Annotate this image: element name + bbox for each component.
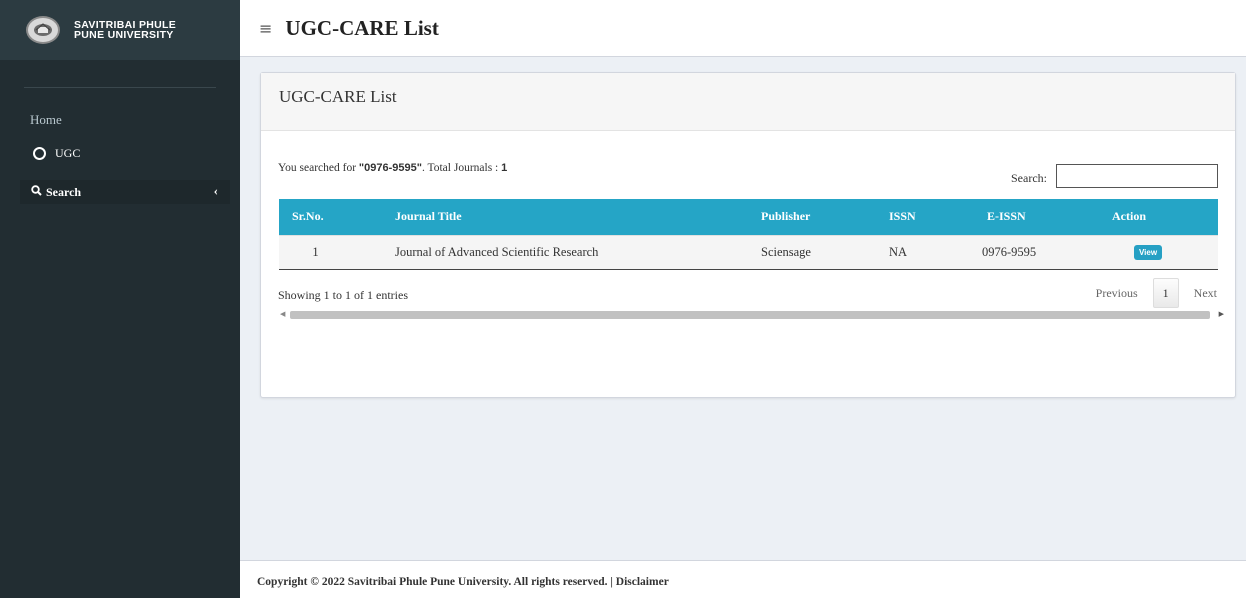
- menu-toggle-icon[interactable]: ≡: [259, 19, 272, 38]
- top-header: ≡ UGC-CARE List: [240, 0, 1246, 57]
- university-logo-icon: [26, 16, 60, 44]
- sidebar-item-ugc-label: UGC: [55, 146, 81, 160]
- scroll-left-icon[interactable]: ◀: [280, 310, 285, 318]
- page-title: UGC-CARE List: [285, 15, 439, 40]
- cell-action: View: [1096, 234, 1218, 270]
- column-header-journal-title[interactable]: Journal Title: [385, 199, 751, 235]
- sidebar-item-search[interactable]: Search ‹: [20, 180, 230, 204]
- summary-query: "0976-9595": [358, 162, 422, 174]
- column-header-eissn[interactable]: E-ISSN: [976, 199, 1096, 235]
- panel-title: UGC-CARE List: [261, 73, 1235, 131]
- ugc-care-list-panel: UGC-CARE List You searched for "0976-959…: [260, 72, 1236, 398]
- cell-publisher: Sciensage: [751, 234, 879, 270]
- column-header-publisher[interactable]: Publisher: [751, 199, 879, 235]
- cell-srno: 1: [279, 234, 385, 270]
- cell-journal-title: Journal of Advanced Scientific Research: [385, 234, 751, 270]
- search-icon: [31, 184, 42, 200]
- sidebar: SAVITRIBAI PHULE PUNE UNIVERSITY Home UG…: [0, 0, 240, 598]
- summary-prefix: You searched for: [278, 162, 359, 174]
- brand[interactable]: SAVITRIBAI PHULE PUNE UNIVERSITY: [0, 0, 240, 60]
- footer: Copyright © 2022 Savitribai Phule Pune U…: [240, 560, 1246, 598]
- search-input[interactable]: [1056, 164, 1218, 188]
- sidebar-item-home[interactable]: Home: [30, 112, 62, 128]
- circle-icon: [33, 147, 46, 160]
- cell-issn: NA: [879, 234, 976, 270]
- column-header-issn[interactable]: ISSN: [879, 199, 976, 235]
- brand-line-2: PUNE UNIVERSITY: [74, 29, 174, 41]
- cell-eissn: 0976-9595: [976, 234, 1096, 270]
- journals-table: Sr.No. Journal Title Publisher ISSN E-IS…: [279, 199, 1218, 270]
- sidebar-item-search-label: Search: [46, 184, 82, 199]
- sidebar-divider: [24, 87, 216, 88]
- page-1-button[interactable]: 1: [1152, 278, 1179, 308]
- summary-total: 1: [501, 162, 508, 174]
- column-header-action[interactable]: Action: [1096, 199, 1218, 235]
- previous-button[interactable]: Previous: [1096, 286, 1138, 301]
- next-button[interactable]: Next: [1194, 286, 1217, 301]
- search-summary: You searched for "0976-9595". Total Jour…: [278, 162, 507, 174]
- table-info: Showing 1 to 1 of 1 entries: [278, 288, 408, 302]
- search-label: Search:: [1011, 171, 1047, 185]
- sidebar-item-ugc[interactable]: UGC: [33, 146, 80, 161]
- column-header-srno[interactable]: Sr.No.: [279, 199, 385, 235]
- pagination: Previous 1 Next: [1096, 278, 1217, 308]
- horizontal-scrollbar[interactable]: ◀ ▶: [278, 310, 1224, 320]
- table-header-row: Sr.No. Journal Title Publisher ISSN E-IS…: [279, 199, 1218, 235]
- scrollbar-thumb[interactable]: [290, 311, 1210, 319]
- summary-middle: . Total Journals :: [421, 162, 502, 174]
- brand-name: SAVITRIBAI PHULE PUNE UNIVERSITY: [74, 20, 176, 41]
- table-row: 1 Journal of Advanced Scientific Researc…: [279, 234, 1218, 270]
- scroll-right-icon[interactable]: ▶: [1219, 310, 1224, 318]
- view-button[interactable]: View: [1133, 245, 1163, 260]
- chevron-left-icon[interactable]: ‹: [214, 183, 218, 199]
